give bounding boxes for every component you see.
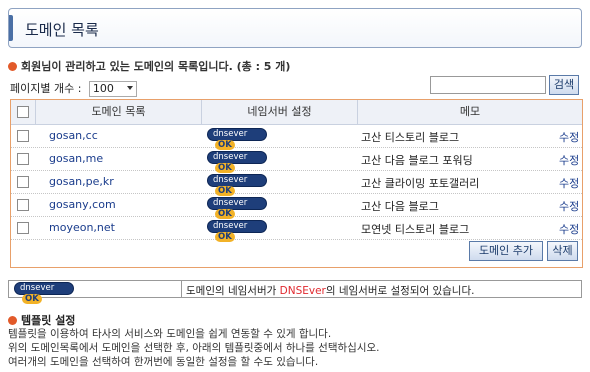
- domain-table: 도메인 목록 네임서버 설정 메모 gosan,cc dnseverOK 고산 …: [10, 99, 583, 268]
- template-desc-line: 템플릿을 이용하여 타사의 서비스와 도메인을 쉽게 연동할 수 있게 합니다.: [8, 328, 332, 340]
- dnsever-ok-badge: dnseverOK: [207, 151, 267, 173]
- bullet-icon: [8, 62, 17, 71]
- domain-link[interactable]: gosan,pe,kr: [49, 175, 114, 188]
- dnsever-ok-badge: dnseverOK: [207, 174, 267, 196]
- header-domain: 도메인 목록: [91, 105, 146, 118]
- dnsever-ok-badge: dnseverOK: [207, 128, 267, 150]
- page-title: 도메인 목록: [25, 21, 99, 39]
- per-page-control: 페이지별 개수 : 100: [10, 80, 137, 97]
- domain-link[interactable]: moyeon,net: [49, 221, 115, 234]
- template-desc-line: 위의 도메인목록에서 도메인을 선택한 후, 아래의 템플릿중에서 하나를 선택…: [8, 342, 380, 354]
- legend-highlight: DNSEver: [279, 285, 326, 297]
- table-row: gosan,me dnseverOK 고산 다음 블로그 포워딩 수정: [11, 147, 582, 173]
- row-checkbox[interactable]: [17, 153, 29, 165]
- header-memo: 메모: [459, 105, 481, 118]
- add-domain-button[interactable]: 도메인 추가: [469, 241, 543, 261]
- badge-label: dnsever: [213, 198, 248, 208]
- domain-link[interactable]: gosan,cc: [49, 129, 98, 142]
- row-checkbox[interactable]: [17, 176, 29, 188]
- memo-text: 모연넷 티스토리 블로그: [361, 223, 470, 236]
- table-header: 도메인 목록 네임서버 설정 메모: [11, 100, 582, 125]
- delete-button[interactable]: 삭제: [547, 241, 578, 261]
- edit-link[interactable]: 수정: [559, 175, 579, 191]
- memo-text: 고산 티스토리 블로그: [361, 131, 460, 144]
- select-all-checkbox[interactable]: [17, 106, 29, 118]
- table-row: gosan,cc dnseverOK 고산 티스토리 블로그 수정: [11, 124, 582, 150]
- row-checkbox[interactable]: [17, 130, 29, 142]
- dnsever-ok-badge: dnseverOK: [14, 282, 74, 304]
- badge-label: dnsever: [20, 283, 55, 293]
- search-button[interactable]: 검색: [549, 75, 579, 95]
- table-row: moyeon,net dnseverOK 모연넷 티스토리 블로그 수정: [11, 216, 582, 242]
- table-row: gosany,com dnseverOK 고산 다음 블로그 수정: [11, 193, 582, 219]
- memo-text: 고산 다음 블로그: [361, 200, 439, 213]
- chevron-down-icon: [126, 86, 133, 90]
- legend-text-after: 의 네임서버로 설정되어 있습니다.: [325, 285, 475, 297]
- header-nameserver: 네임서버 설정: [247, 105, 312, 118]
- legend-description: 도메인의 네임서버가 DNSEver의 네임서버로 설정되어 있습니다.: [186, 283, 474, 298]
- domain-link[interactable]: gosany,com: [49, 198, 116, 211]
- template-desc-line: 여러개의 도메인을 선택하여 한꺼번에 동일한 설정을 할 수도 있습니다.: [8, 356, 319, 368]
- memo-text: 고산 다음 블로그 포워딩: [361, 154, 473, 167]
- domain-link[interactable]: gosan,me: [49, 152, 103, 165]
- per-page-select[interactable]: 100: [88, 81, 137, 97]
- title-accent-bar: [9, 15, 13, 41]
- nameserver-legend: dnseverOK 도메인의 네임서버가 DNSEver의 네임서버로 설정되어…: [8, 280, 582, 304]
- legend-text-before: 도메인의 네임서버가: [186, 285, 280, 297]
- dnsever-ok-badge: dnseverOK: [207, 220, 267, 242]
- dnsever-ok-badge: dnseverOK: [207, 197, 267, 219]
- badge-label: dnsever: [213, 152, 248, 162]
- row-checkbox[interactable]: [17, 222, 29, 234]
- row-checkbox[interactable]: [17, 199, 29, 211]
- edit-link[interactable]: 수정: [559, 221, 579, 237]
- badge-label: dnsever: [213, 175, 248, 185]
- per-page-value: 100: [92, 82, 114, 95]
- edit-link[interactable]: 수정: [559, 152, 579, 168]
- badge-ok: OK: [22, 294, 42, 304]
- page-title-box: 도메인 목록: [8, 8, 582, 48]
- summary-text: 회원님이 관리하고 있는 도메인의 목록입니다. (총 : 5 개): [21, 60, 291, 73]
- legend-divider: [181, 281, 182, 297]
- badge-ok: OK: [215, 232, 235, 242]
- edit-link[interactable]: 수정: [559, 198, 579, 214]
- badge-label: dnsever: [213, 221, 248, 231]
- edit-link[interactable]: 수정: [559, 129, 579, 145]
- per-page-label: 페이지별 개수 :: [10, 82, 82, 95]
- memo-text: 고산 클라이밍 포토갤러리: [361, 177, 480, 190]
- bullet-icon: [8, 316, 17, 325]
- table-row: gosan,pe,kr dnseverOK 고산 클라이밍 포토갤러리 수정: [11, 170, 582, 196]
- search-input[interactable]: [430, 76, 546, 94]
- summary-line: 회원님이 관리하고 있는 도메인의 목록입니다. (총 : 5 개): [8, 58, 290, 74]
- badge-label: dnsever: [213, 129, 248, 139]
